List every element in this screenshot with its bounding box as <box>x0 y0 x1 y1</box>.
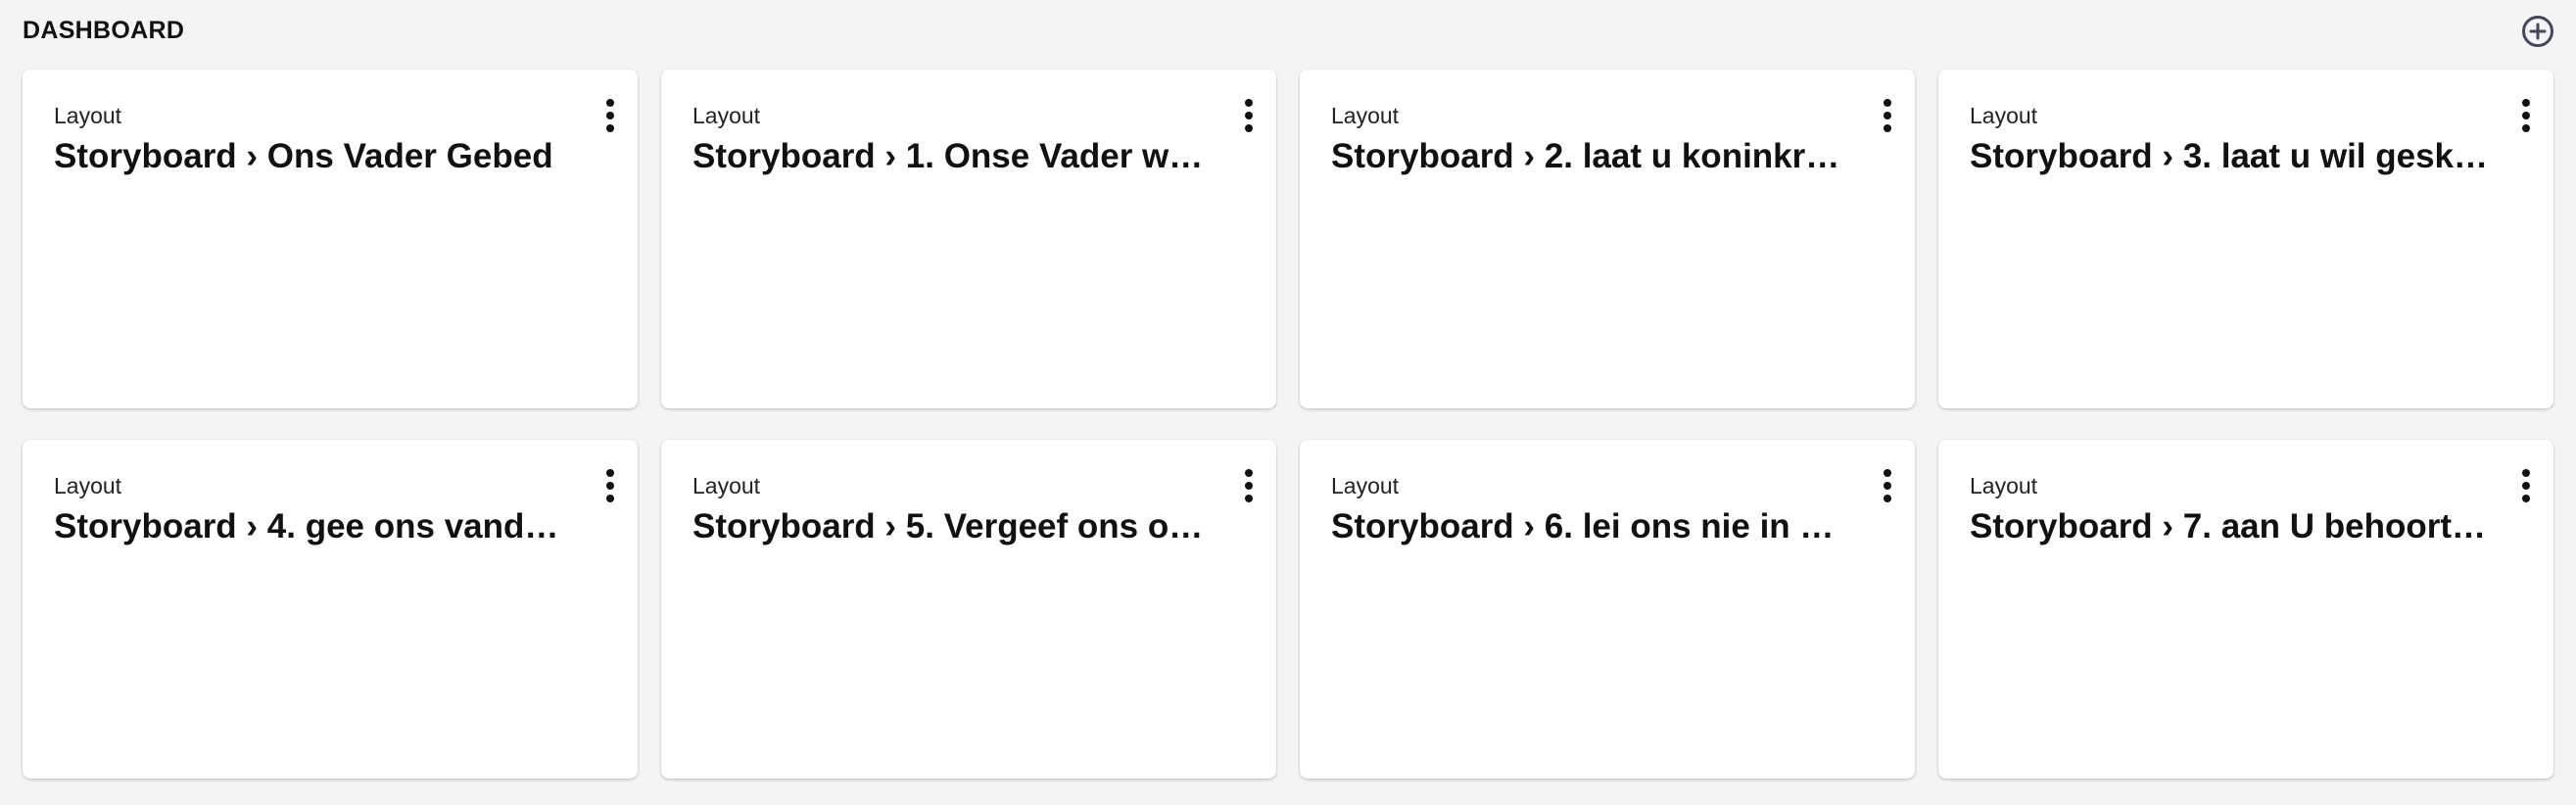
card-menu-button[interactable] <box>2512 95 2540 136</box>
card-kind-label: Layout <box>1331 103 1400 128</box>
kebab-menu-dot <box>2522 482 2530 490</box>
card-title: Storyboard › 7. aan U behoort die… <box>1970 507 2489 545</box>
page-title: DASHBOARD <box>23 17 185 44</box>
kebab-menu-dot <box>606 112 614 119</box>
kebab-menu-dot <box>2522 124 2530 132</box>
card-kind-label: Layout <box>54 473 122 498</box>
kebab-menu-icon <box>606 99 614 107</box>
dashboard-card[interactable]: Layout Storyboard › 4. gee ons vandag o… <box>23 440 638 779</box>
card-menu-button[interactable] <box>1874 465 1901 506</box>
card-title: Storyboard › 1. Onse Vader wat in… <box>692 137 1212 175</box>
plus-circle-icon <box>2522 16 2553 47</box>
kebab-menu-dot <box>606 124 614 132</box>
kebab-menu-icon <box>1884 99 1891 107</box>
card-title: Storyboard › 5. Vergeef ons ons s… <box>692 507 1212 545</box>
kebab-menu-dot <box>1884 495 1891 502</box>
kebab-menu-dot <box>1245 112 1253 119</box>
card-menu-button[interactable] <box>1235 465 1263 506</box>
dashboard-card[interactable]: Layout Storyboard › 1. Onse Vader wat in… <box>661 70 1276 408</box>
dashboard-grid: Layout Storyboard › Ons Vader Gebed Layo… <box>23 70 2553 779</box>
kebab-menu-dot <box>606 495 614 502</box>
dashboard-card[interactable]: Layout Storyboard › 5. Vergeef ons ons s… <box>661 440 1276 779</box>
dashboard-header: DASHBOARD <box>0 0 2576 63</box>
card-title: Storyboard › 3. laat u wil geskied <box>1970 137 2489 175</box>
kebab-menu-icon <box>606 469 614 477</box>
kebab-menu-dot <box>1884 482 1891 490</box>
kebab-menu-dot <box>1245 124 1253 132</box>
dashboard-card[interactable]: Layout Storyboard › 6. lei ons nie in ve… <box>1300 440 1915 779</box>
card-menu-button[interactable] <box>1235 95 1263 136</box>
card-menu-button[interactable] <box>596 95 624 136</box>
card-menu-button[interactable] <box>596 465 624 506</box>
kebab-menu-icon <box>1245 469 1253 477</box>
card-kind-label: Layout <box>692 103 761 128</box>
card-kind-label: Layout <box>1331 473 1400 498</box>
kebab-menu-dot <box>1245 495 1253 502</box>
kebab-menu-dot <box>2522 112 2530 119</box>
kebab-menu-dot <box>1884 112 1891 119</box>
kebab-menu-dot <box>1884 124 1891 132</box>
card-kind-label: Layout <box>1970 103 2038 128</box>
dashboard-card[interactable]: Layout Storyboard › 3. laat u wil geskie… <box>1938 70 2553 408</box>
kebab-menu-icon <box>1884 469 1891 477</box>
card-title: Storyboard › 4. gee ons vandag o… <box>54 507 573 545</box>
kebab-menu-dot <box>606 482 614 490</box>
add-widget-button[interactable] <box>2520 14 2555 49</box>
card-menu-button[interactable] <box>2512 465 2540 506</box>
kebab-menu-dot <box>2522 495 2530 502</box>
card-menu-button[interactable] <box>1874 95 1901 136</box>
card-kind-label: Layout <box>1970 473 2038 498</box>
dashboard-card[interactable]: Layout Storyboard › 7. aan U behoort die… <box>1938 440 2553 779</box>
card-title: Storyboard › 2. laat u koninkryk k… <box>1331 137 1850 175</box>
card-kind-label: Layout <box>54 103 122 128</box>
card-title: Storyboard › 6. lei ons nie in vers… <box>1331 507 1850 545</box>
dashboard-card[interactable]: Layout Storyboard › 2. laat u koninkryk … <box>1300 70 1915 408</box>
dashboard-card[interactable]: Layout Storyboard › Ons Vader Gebed <box>23 70 638 408</box>
kebab-menu-icon <box>1245 99 1253 107</box>
kebab-menu-dot <box>1245 482 1253 490</box>
kebab-menu-icon <box>2522 99 2530 107</box>
card-kind-label: Layout <box>692 473 761 498</box>
card-title: Storyboard › Ons Vader Gebed <box>54 137 553 175</box>
kebab-menu-icon <box>2522 469 2530 477</box>
